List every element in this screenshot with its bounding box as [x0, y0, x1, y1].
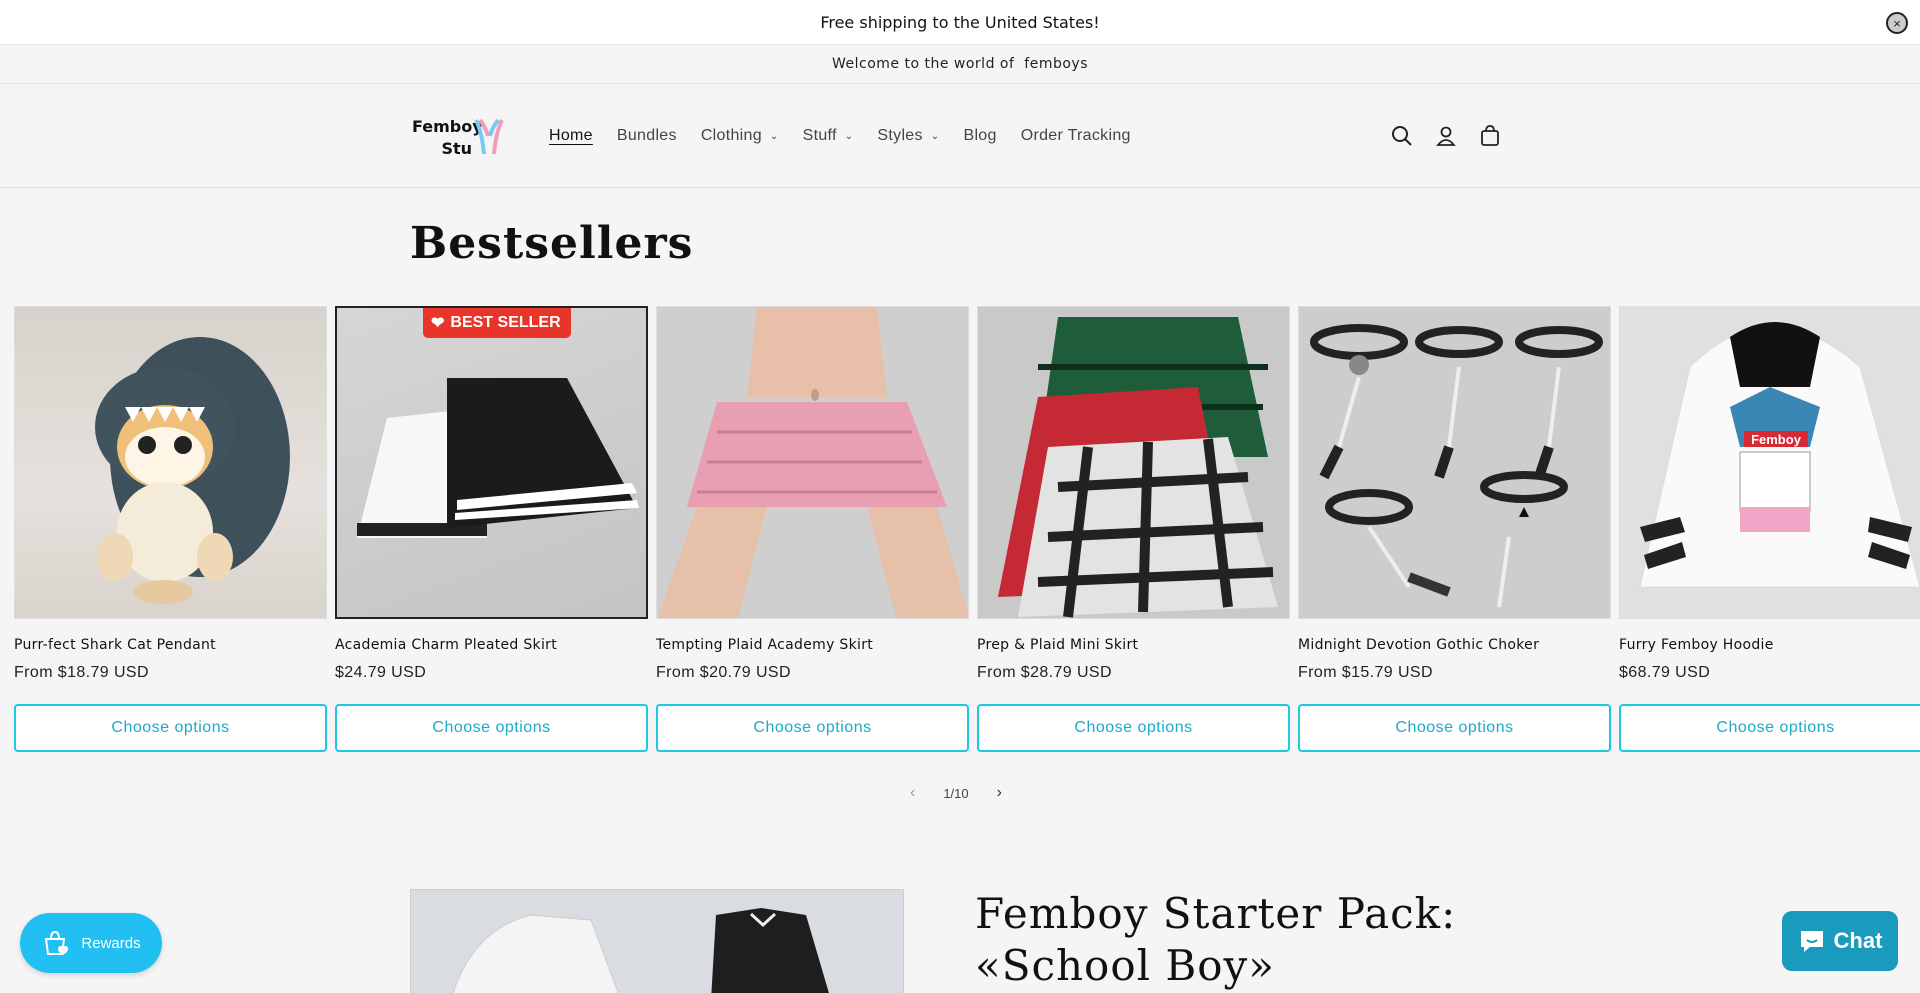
announcement-text: Free shipping to the United States! — [820, 12, 1100, 32]
product-image-pleated-skirt[interactable]: ❤ BEST SELLER — [335, 306, 648, 619]
chevron-left-icon[interactable]: ‹ — [910, 784, 915, 802]
cart-icon[interactable] — [1478, 124, 1502, 148]
section-title-bestsellers: Bestsellers — [410, 218, 694, 269]
choose-options-button[interactable]: Choose options — [335, 704, 648, 752]
product-image-gothic-choker[interactable] — [1298, 306, 1611, 619]
product-title[interactable]: Furry Femboy Hoodie — [1619, 637, 1920, 655]
page-indicator: 1/10 — [943, 785, 969, 801]
chat-bubble-icon — [1800, 931, 1823, 952]
nav-clothing[interactable]: Clothing ⌄ — [701, 127, 779, 145]
header-icons — [1390, 84, 1502, 188]
nav-blog[interactable]: Blog — [963, 127, 996, 145]
choose-options-button[interactable]: Choose options — [1298, 704, 1611, 752]
product-title[interactable]: Tempting Plaid Academy Skirt — [656, 637, 969, 655]
nav-styles[interactable]: Styles ⌄ — [877, 127, 939, 145]
product-price: From $20.79 USD — [656, 664, 791, 681]
product-price: $24.79 USD — [335, 664, 427, 681]
product-title[interactable]: Academia Charm Pleated Skirt — [335, 637, 648, 655]
carousel-pager: ‹ 1/10 › — [910, 784, 1002, 802]
welcome-bar: Welcome to the world of femboys — [0, 45, 1920, 84]
nav-stuff[interactable]: Stuff ⌄ — [803, 127, 854, 145]
nav-bundles[interactable]: Bundles — [617, 127, 677, 145]
product-title[interactable]: Purr-fect Shark Cat Pendant — [14, 637, 327, 655]
product-image-plaid-academy-skirt[interactable] — [656, 306, 969, 619]
product-card[interactable]: Tempting Plaid Academy Skirt From $20.79… — [656, 306, 969, 752]
site-header: Femboy Stu Home Bundles Clothing ⌄ Stuff ⌄… — [0, 84, 1920, 188]
hoodie-print-text: Femboy — [1751, 432, 1802, 447]
welcome-text: Welcome to the world of femboys — [831, 56, 1089, 72]
logo-mark-icon — [474, 118, 504, 155]
product-card[interactable]: ❤ BEST SELLER Academia Charm Pleated Ski… — [335, 306, 648, 752]
chevron-down-icon: ⌄ — [769, 130, 779, 142]
product-image-prep-plaid-skirt[interactable] — [977, 306, 1290, 619]
product-image-furry-hoodie[interactable]: Femboy — [1619, 306, 1920, 619]
product-image-shark-cat[interactable] — [14, 306, 327, 619]
chat-label: Chat — [1833, 928, 1883, 953]
chevron-down-icon: ⌄ — [844, 130, 854, 142]
logo-line-2: Stu — [441, 139, 472, 158]
choose-options-button[interactable]: Choose options — [14, 704, 327, 752]
choose-options-button[interactable]: Choose options — [1619, 704, 1920, 752]
chat-button[interactable]: Chat — [1782, 911, 1898, 971]
announcement-bar: Free shipping to the United States! × — [0, 0, 1920, 45]
product-card[interactable]: Purr-fect Shark Cat Pendant From $18.79 … — [14, 306, 327, 752]
nav-home[interactable]: Home — [549, 127, 593, 145]
rewards-label: Rewards — [81, 934, 141, 952]
main-nav: Home Bundles Clothing ⌄ Stuff ⌄ Styles ⌄ Bl… — [549, 84, 1155, 188]
choose-options-button[interactable]: Choose options — [977, 704, 1290, 752]
close-icon[interactable]: × — [1886, 12, 1908, 34]
chevron-right-icon[interactable]: › — [997, 784, 1002, 802]
product-price: From $28.79 USD — [977, 664, 1112, 681]
heart-icon: ❤ — [431, 315, 445, 332]
product-title[interactable]: Prep & Plaid Mini Skirt — [977, 637, 1290, 655]
product-price: From $18.79 USD — [14, 664, 149, 681]
product-price: $68.79 USD — [1619, 664, 1711, 681]
feature-image-starter-pack[interactable] — [410, 889, 904, 993]
choose-options-button[interactable]: Choose options — [656, 704, 969, 752]
rewards-button[interactable]: Rewards — [20, 913, 162, 973]
product-card[interactable]: Prep & Plaid Mini Skirt From $28.79 USD … — [977, 306, 1290, 752]
product-card[interactable]: Femboy Furry Femboy Hoodie $68.79 USD Ch… — [1619, 306, 1920, 752]
product-card[interactable]: Midnight Devotion Gothic Choker From $15… — [1298, 306, 1611, 752]
chevron-down-icon: ⌄ — [930, 130, 940, 142]
logo-line-1: Femboy — [412, 117, 483, 136]
product-price: From $15.79 USD — [1298, 664, 1433, 681]
product-title[interactable]: Midnight Devotion Gothic Choker — [1298, 637, 1611, 655]
product-carousel: Purr-fect Shark Cat Pendant From $18.79 … — [14, 306, 1920, 752]
best-seller-badge: ❤ BEST SELLER — [423, 308, 571, 338]
feature-title: Femboy Starter Pack: «School Boy» — [975, 889, 1457, 990]
account-icon[interactable] — [1434, 124, 1458, 148]
nav-order-tracking[interactable]: Order Tracking — [1021, 127, 1131, 145]
gift-bag-icon — [45, 930, 69, 955]
search-icon[interactable] — [1390, 124, 1414, 148]
logo[interactable]: Femboy Stu — [412, 114, 512, 162]
